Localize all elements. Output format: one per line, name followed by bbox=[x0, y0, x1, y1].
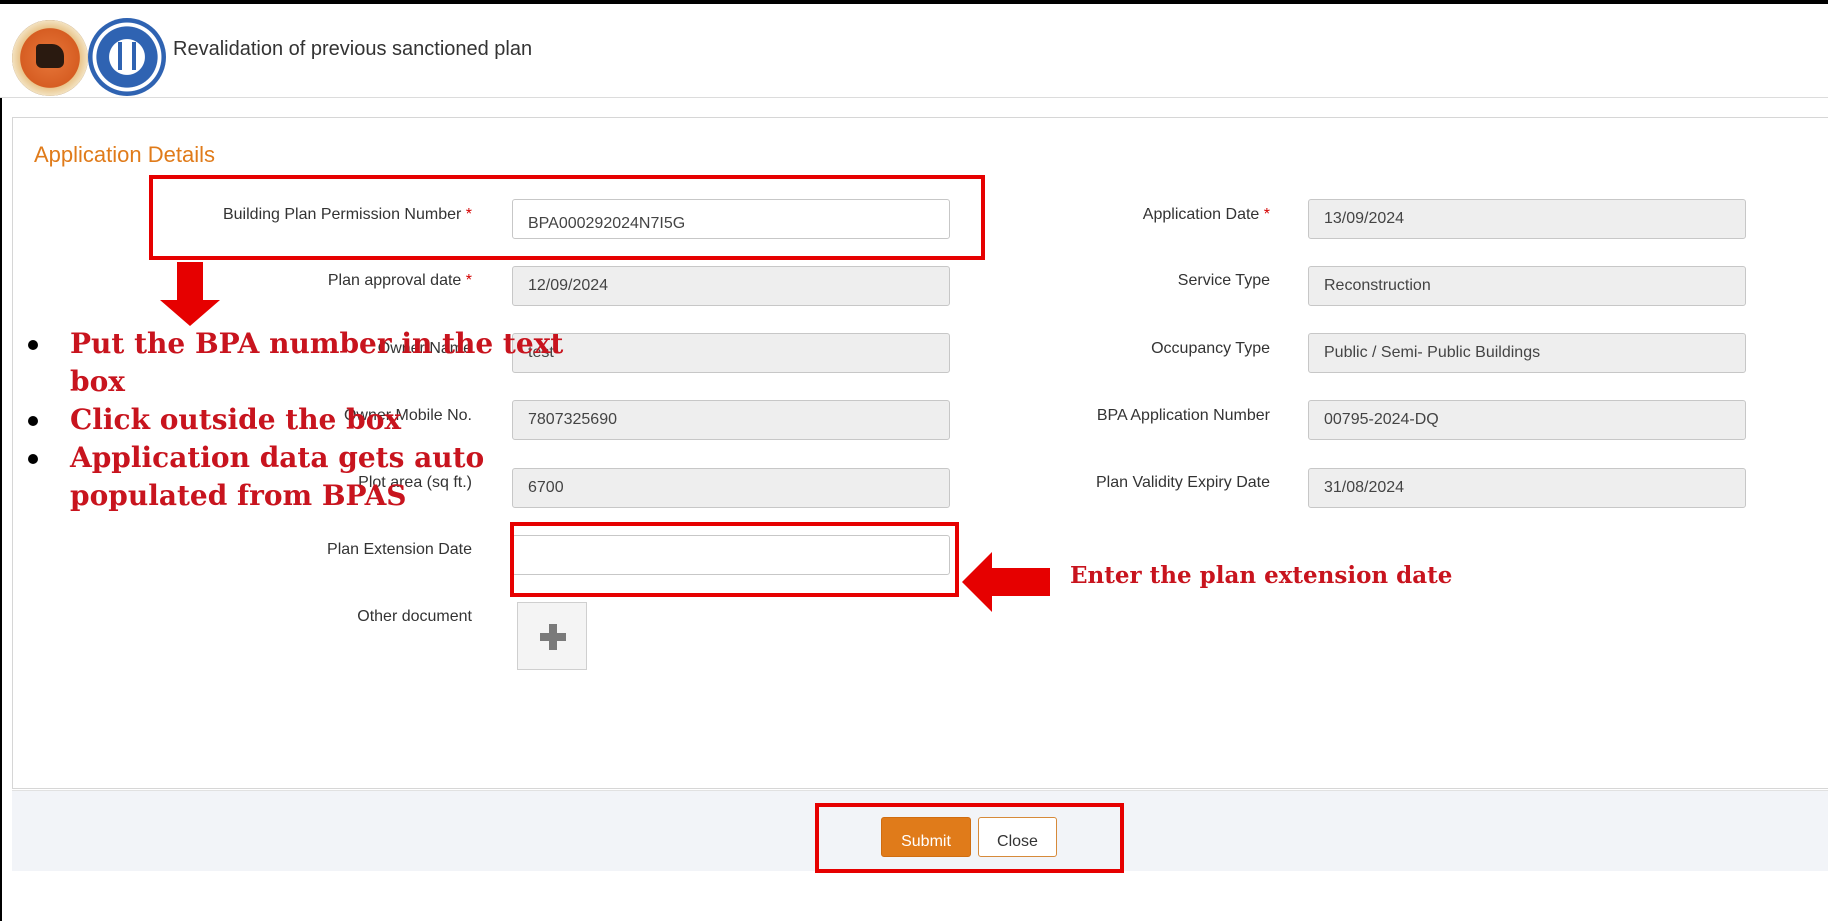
instruction-item: Application data gets auto populated fro… bbox=[26, 439, 586, 515]
page-title: Revalidation of previous sanctioned plan bbox=[173, 38, 533, 60]
occupancy-type-field: Public / Semi- Public Buildings bbox=[1308, 333, 1746, 373]
down-arrow-icon bbox=[177, 262, 203, 302]
application-date-label: Application Date * bbox=[1142, 206, 1270, 223]
other-document-label: Other document bbox=[357, 608, 472, 625]
left-arrow-head-icon bbox=[962, 552, 992, 612]
application-date-field: 13/09/2024 bbox=[1308, 199, 1746, 239]
section-title: Application Details bbox=[34, 142, 215, 167]
plan-approval-date-field: 12/09/2024 bbox=[512, 266, 950, 306]
service-type-label: Service Type bbox=[1177, 272, 1270, 289]
left-frame-edge bbox=[0, 0, 2, 921]
app-header: Revalidation of previous sanctioned plan bbox=[0, 4, 1828, 98]
plan-extension-highlight-box bbox=[510, 522, 959, 597]
left-arrow-icon bbox=[990, 568, 1050, 596]
plan-validity-expiry-field: 31/08/2024 bbox=[1308, 468, 1746, 508]
plan-validity-expiry-label: Plan Validity Expiry Date bbox=[1096, 474, 1270, 491]
occupancy-type-label: Occupancy Type bbox=[1151, 340, 1270, 357]
chandigarh-administration-logo-icon bbox=[12, 20, 88, 96]
bpa-number-highlight-box bbox=[149, 175, 985, 260]
bpa-application-number-label: BPA Application Number bbox=[1096, 407, 1270, 424]
plan-extension-date-label: Plan Extension Date bbox=[327, 541, 472, 558]
bpa-application-number-field: 00795-2024-DQ bbox=[1308, 400, 1746, 440]
municipal-corporation-logo-icon bbox=[88, 18, 166, 96]
instruction-list: Put the BPA number in the text box Click… bbox=[26, 325, 586, 515]
instruction-item: Click outside the box bbox=[26, 401, 586, 439]
down-arrow-head-icon bbox=[160, 300, 220, 326]
add-document-button[interactable] bbox=[517, 602, 587, 670]
service-type-field: Reconstruction bbox=[1308, 266, 1746, 306]
instruction-item: Put the BPA number in the text box bbox=[26, 325, 586, 401]
extension-date-instruction: Enter the plan extension date bbox=[1070, 562, 1453, 589]
action-buttons-highlight-box bbox=[815, 803, 1124, 873]
